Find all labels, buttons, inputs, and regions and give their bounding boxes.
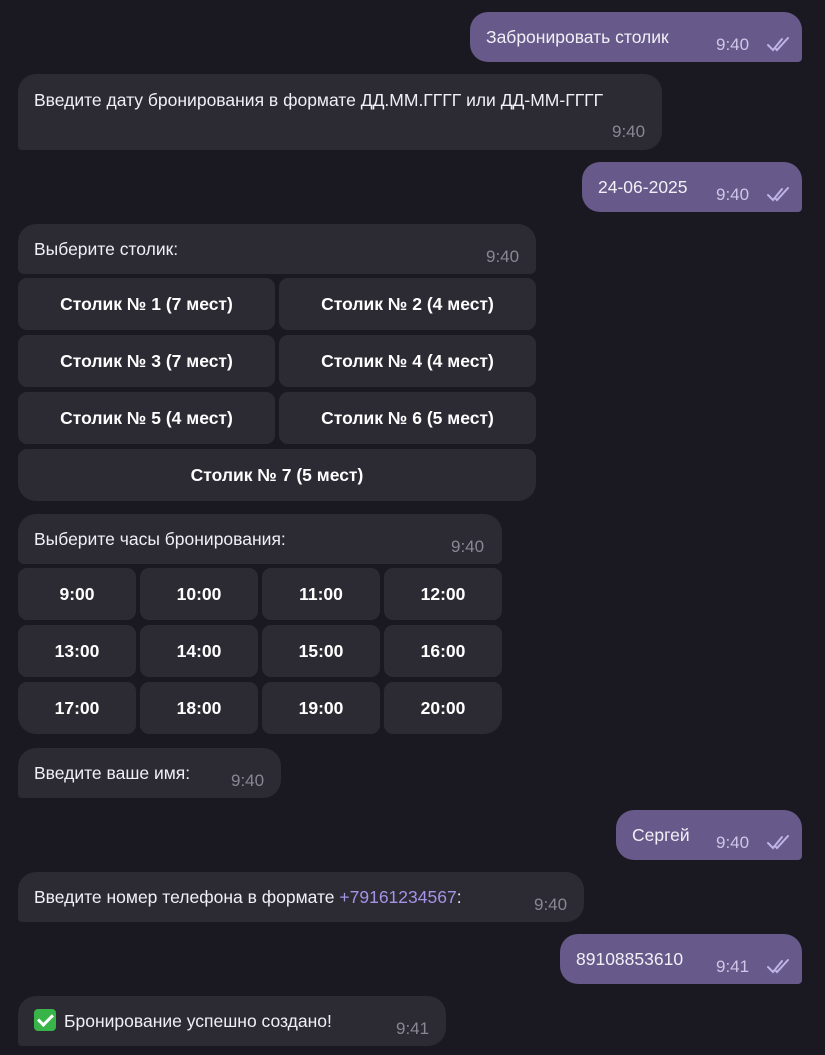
hour-button[interactable]: 18:00: [140, 682, 258, 734]
message-text: Введите дату бронирования в формате ДД.М…: [34, 90, 604, 110]
message-incoming: Выберите часы бронирования: 9:40: [18, 514, 502, 564]
message-outgoing[interactable]: Сергей 9:40: [616, 810, 802, 860]
table-button-2[interactable]: Столик № 2 (4 мест): [279, 278, 536, 330]
message-time: 9:40: [534, 895, 568, 914]
message-text: Выберите часы бронирования:: [34, 529, 286, 549]
message-incoming: Выберите столик: 9:40: [18, 224, 536, 274]
message-text: Забронировать столик: [486, 27, 669, 47]
message-text: 89108853610: [576, 949, 684, 969]
message-outgoing[interactable]: Забронировать столик 9:40: [470, 12, 802, 62]
hour-button[interactable]: 13:00: [18, 625, 136, 677]
message-text-suffix: :: [456, 887, 462, 907]
table-button-1[interactable]: Столик № 1 (7 мест): [18, 278, 275, 330]
message-time: 9:40: [716, 833, 750, 852]
double-check-icon: [767, 959, 789, 974]
hour-button[interactable]: 15:00: [262, 625, 380, 677]
message-text: Введите ваше имя:: [34, 763, 191, 783]
message-time: 9:40: [231, 771, 265, 790]
hour-button[interactable]: 19:00: [262, 682, 380, 734]
table-button-6[interactable]: Столик № 6 (5 мест): [279, 392, 536, 444]
message-outgoing[interactable]: 24-06-2025 9:40: [582, 162, 802, 212]
message-incoming[interactable]: Бронирование успешно создано! 9:41: [18, 996, 446, 1046]
phone-link[interactable]: +79161234567: [339, 887, 456, 907]
hour-button[interactable]: 14:00: [140, 625, 258, 677]
hour-button[interactable]: 20:00: [384, 682, 502, 734]
message-time: 9:41: [396, 1019, 430, 1038]
message-text: Бронирование успешно создано!: [34, 1008, 332, 1034]
success-text: Бронирование успешно создано!: [64, 1011, 332, 1031]
message-time: 9:40: [716, 35, 750, 54]
double-check-icon: [767, 187, 789, 202]
message-time: 9:40: [612, 122, 646, 141]
hour-button[interactable]: 17:00: [18, 682, 136, 734]
double-check-icon: [767, 835, 789, 850]
message-incoming[interactable]: Введите дату бронирования в формате ДД.М…: [18, 74, 662, 150]
message-time: 9:40: [716, 185, 750, 204]
hour-button[interactable]: 11:00: [262, 568, 380, 620]
message-text-prefix: Введите номер телефона в формате: [34, 887, 340, 907]
message-text: Выберите столик:: [34, 239, 179, 259]
message-incoming[interactable]: Введите номер телефона в формате +791612…: [18, 872, 584, 922]
message-time: 9:40: [486, 247, 520, 266]
double-check-icon: [767, 37, 789, 52]
table-button-7[interactable]: Столик № 7 (5 мест): [18, 449, 536, 501]
hour-button[interactable]: 10:00: [140, 568, 258, 620]
hour-button[interactable]: 16:00: [384, 625, 502, 677]
message-text: Введите номер телефона в формате +791612…: [34, 884, 462, 910]
hour-button[interactable]: 9:00: [18, 568, 136, 620]
message-time: 9:40: [451, 537, 485, 556]
message-text: Сергей: [632, 825, 690, 845]
table-button-5[interactable]: Столик № 5 (4 мест): [18, 392, 275, 444]
message-outgoing[interactable]: 89108853610 9:41: [560, 934, 802, 984]
message-incoming[interactable]: Введите ваше имя: 9:40: [18, 748, 281, 798]
table-button-4[interactable]: Столик № 4 (4 мест): [279, 335, 536, 387]
hour-button[interactable]: 12:00: [384, 568, 502, 620]
message-time: 9:41: [716, 957, 750, 976]
table-button-3[interactable]: Столик № 3 (7 мест): [18, 335, 275, 387]
message-text: 24-06-2025: [598, 177, 688, 197]
check-mark-button-emoji: [34, 1009, 56, 1031]
